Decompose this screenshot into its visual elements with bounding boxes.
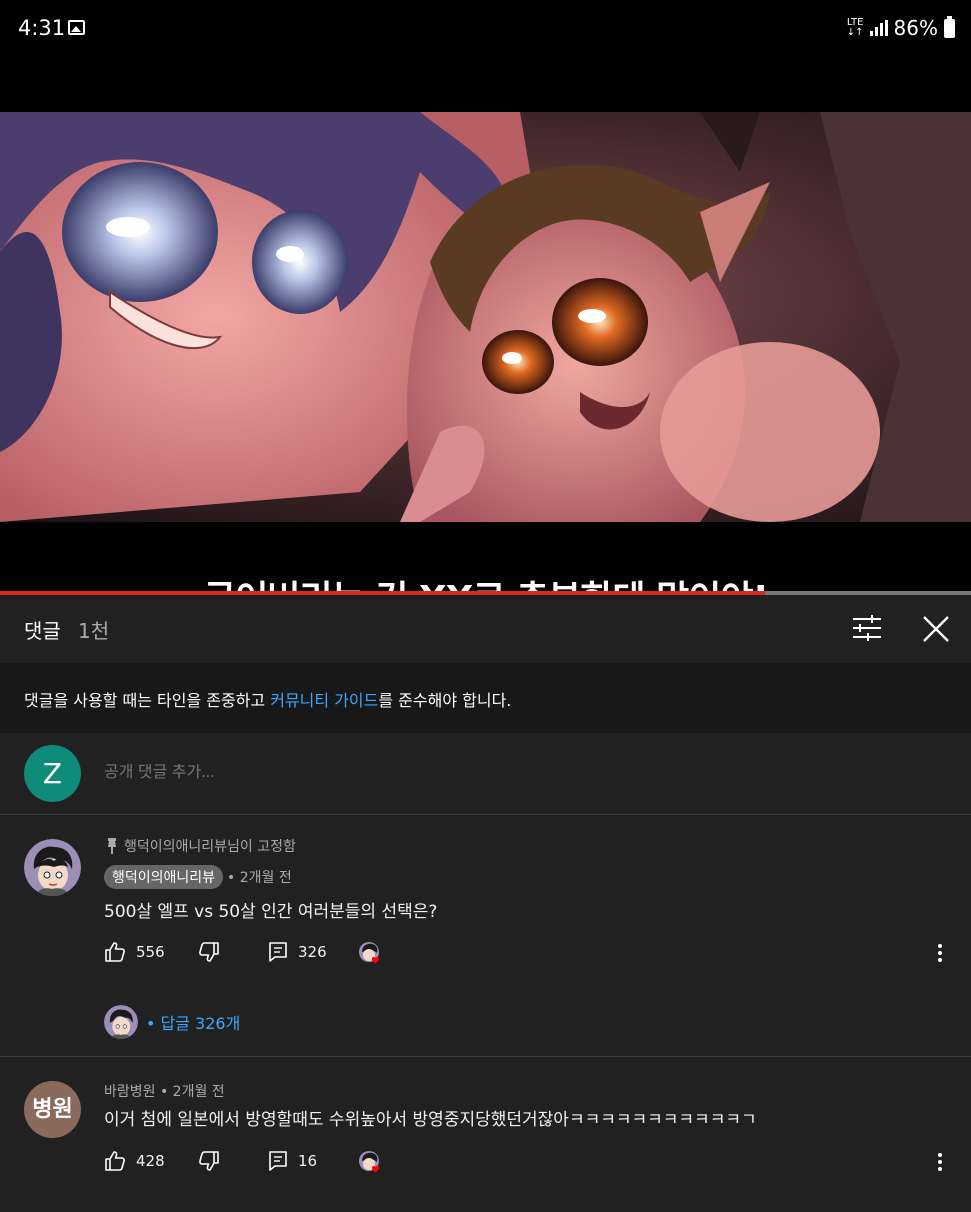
status-bar: 4:31 LTE ↓↑ 86% [0, 0, 971, 58]
more-options-icon[interactable] [936, 941, 944, 965]
guideline-suffix: 를 준수해야 합니다. [378, 691, 512, 710]
signal-icon [869, 20, 888, 36]
guideline-prefix: 댓글을 사용할 때는 타인을 존중하고 [24, 691, 271, 710]
creator-heart-icon [359, 942, 379, 964]
user-avatar: Z [24, 745, 81, 802]
guideline-text: 댓글을 사용할 때는 타인을 존중하고 커뮤니티 가이드를 준수해야 합니다. [24, 687, 511, 711]
comments-header: 댓글 1천 [0, 595, 971, 663]
comment-text: 500살 엘프 vs 50살 인간 여러분들의 선택은? [104, 902, 438, 922]
channel-avatar-image [24, 839, 81, 896]
dislike-button[interactable] [198, 1150, 220, 1172]
comment-meta: 바람병원 • 2개월 전 [104, 1084, 225, 1100]
add-comment-input[interactable] [104, 764, 804, 782]
comment-text: 이거 첨에 일본에서 방영할때도 수위높아서 방영중지당했던거잖아ㅋㅋㅋㅋㅋㅋㅋ… [104, 1110, 757, 1130]
comment-item: 병원 바람병원 • 2개월 전 이거 첨에 일본에서 방영할때도 수위높아서 방… [0, 1057, 971, 1212]
reply-count: 16 [298, 1152, 318, 1170]
like-button[interactable]: 428 [104, 1150, 165, 1172]
video-frame[interactable] [0, 112, 971, 522]
comments-panel: 댓글 1천 댓글을 사용할 때는 타인을 존중하고 커뮤니티 가이드를 준수해야… [0, 595, 971, 1212]
comment-meta: 행덕이의애니리뷰 • 2개월 전 [104, 865, 292, 889]
comments-count: 1천 [78, 619, 110, 643]
replies-label: • 답글 326개 [146, 1014, 241, 1033]
reply-icon [269, 1151, 287, 1171]
like-button[interactable]: 556 [104, 941, 165, 963]
close-icon[interactable] [920, 613, 952, 645]
battery-icon [944, 15, 955, 38]
lte-icon: LTE ↓↑ [846, 17, 864, 38]
thumbs-down-icon [199, 942, 219, 962]
author-badge[interactable]: 행덕이의애니리뷰 [104, 865, 224, 889]
community-guide-link[interactable]: 커뮤니티 가이드 [270, 691, 378, 710]
creator-heart-icon [359, 1151, 379, 1173]
reply-avatar [104, 1005, 138, 1039]
video-player[interactable]: 굳어버리는 건 XX로 충분한데 말이야! [0, 58, 971, 620]
like-count: 428 [136, 1152, 165, 1170]
more-options-icon[interactable] [936, 1150, 944, 1174]
community-guideline-banner: 댓글을 사용할 때는 타인을 존중하고 커뮤니티 가이드를 준수해야 합니다. [0, 663, 971, 733]
gallery-notification-icon [68, 20, 85, 35]
comment-time: • 2개월 전 [227, 870, 292, 886]
reply-icon [269, 942, 287, 962]
status-indicators: LTE ↓↑ 86% [847, 14, 955, 42]
view-replies-button[interactable]: • 답글 326개 [104, 1005, 240, 1039]
comment-item: 행덕이의애니리뷰님이 고정함 행덕이의애니리뷰 • 2개월 전 500살 엘프 … [0, 816, 971, 1056]
avatar[interactable] [24, 839, 81, 896]
avatar[interactable]: 병원 [24, 1081, 81, 1138]
sort-filter-icon[interactable] [850, 613, 884, 643]
thumbs-down-icon [199, 1151, 219, 1171]
pin-icon [108, 838, 116, 854]
comment-actions: 428 16 [104, 1150, 964, 1174]
like-count: 556 [136, 943, 165, 961]
comments-title: 댓글 [24, 619, 61, 643]
add-comment-row[interactable]: Z [0, 733, 971, 815]
reply-avatar-image [104, 1005, 138, 1039]
comment-actions: 556 326 [104, 941, 964, 965]
pinned-row: 행덕이의애니리뷰님이 고정함 [106, 836, 296, 856]
battery-percent: 86% [893, 16, 938, 40]
reply-button[interactable]: 16 [268, 1150, 317, 1172]
network-label: LTE [846, 17, 864, 28]
video-frame-image [0, 112, 971, 522]
status-time: 4:31 [18, 16, 66, 40]
reply-button[interactable]: 326 [268, 941, 327, 963]
pinned-label: 행덕이의애니리뷰님이 고정함 [124, 839, 296, 855]
thumbs-up-icon [105, 942, 125, 962]
thumbs-up-icon [105, 1151, 125, 1171]
reply-count: 326 [298, 943, 327, 961]
dislike-button[interactable] [198, 941, 220, 963]
